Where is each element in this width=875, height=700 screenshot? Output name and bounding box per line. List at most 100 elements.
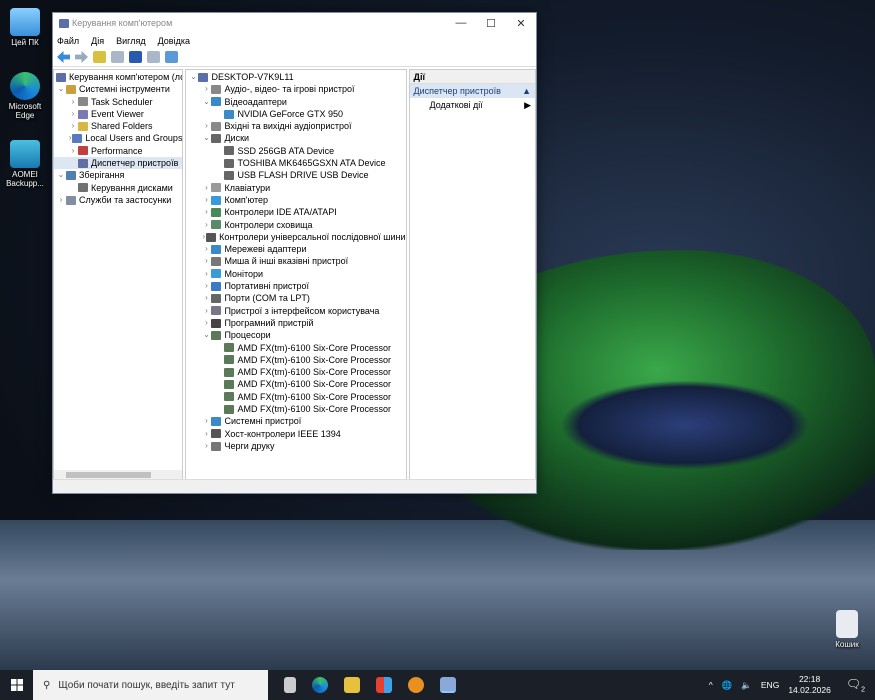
tree-item[interactable]: NVIDIA GeForce GTX 950 [186,108,405,120]
tree-item[interactable]: AMD FX(tm)-6100 Six-Core Processor [186,403,405,415]
desktop-icon-recycle-bin[interactable]: Кошик [822,610,872,649]
expand-chevron-right-icon[interactable]: › [201,120,211,132]
app-taskbar-icon[interactable] [408,677,424,693]
tree-item[interactable]: › Системні пристрої [186,415,405,427]
menu-action[interactable]: Дія [91,36,104,46]
edge-taskbar-icon[interactable] [312,677,328,693]
tree-item[interactable]: AMD FX(tm)-6100 Six-Core Processor [186,366,405,378]
expand-chevron-right-icon[interactable]: › [201,219,211,231]
file-explorer-icon[interactable] [344,677,360,693]
expand-chevron-right-icon[interactable]: › [68,120,78,132]
tree-item[interactable]: › Монітори [186,268,405,280]
back-icon[interactable] [57,51,70,63]
tree-item[interactable]: ⌄ Процесори [186,329,405,341]
tree-item[interactable]: › Мережеві адаптери [186,243,405,255]
expand-chevron-right-icon[interactable]: › [68,96,78,108]
tree-item[interactable]: › Пристрої з інтерфейсом користувача [186,305,405,317]
tree-item[interactable]: › Портативні пристрої [186,280,405,292]
expand-chevron-down-icon[interactable]: ⌄ [201,96,211,108]
tree-item[interactable]: SSD 256GB ATA Device [186,145,405,157]
expand-chevron-right-icon[interactable]: › [201,440,211,452]
expand-chevron-right-icon[interactable]: › [201,292,211,304]
desktop-icon-aomei[interactable]: AOMEI Backupp... [0,140,50,188]
expand-chevron-down-icon[interactable]: ⌄ [188,71,198,83]
expand-chevron-right-icon[interactable]: › [201,317,211,329]
forward-icon[interactable] [75,51,88,63]
tree-item[interactable]: › Комп'ютер [186,194,405,206]
expand-chevron-down-icon[interactable]: ⌄ [56,83,66,95]
expand-chevron-right-icon[interactable]: › [201,280,211,292]
actions-section-device-manager[interactable]: Диспетчер пристроїв ▲ [409,84,535,98]
expand-chevron-right-icon[interactable]: › [201,182,211,194]
tree-item[interactable]: AMD FX(tm)-6100 Six-Core Processor [186,391,405,403]
tree-item[interactable]: › Local Users and Groups [54,132,183,144]
expand-chevron-down-icon[interactable]: ⌄ [201,329,211,341]
expand-chevron-right-icon[interactable]: › [201,206,211,218]
maximize-button[interactable]: ☐ [476,17,506,30]
tree-item[interactable]: › Черги друку [186,440,405,452]
tree-item[interactable]: › Вхідні та вихідні аудіопристрої [186,120,405,132]
tree-item[interactable]: AMD FX(tm)-6100 Six-Core Processor [186,342,405,354]
notifications-icon[interactable]: 🗨2 [846,677,865,693]
expand-chevron-right-icon[interactable]: › [68,108,78,120]
start-windows-icon[interactable] [11,679,23,691]
desktop-icon-edge[interactable]: Microsoft Edge [0,72,50,120]
up-folder-icon[interactable] [93,51,106,63]
volume-icon[interactable]: 🔈 [741,680,752,691]
tree-item[interactable]: TOSHIBA MK6465GSXN ATA Device [186,157,405,169]
tree-item[interactable]: › Контролери універсальної послідовної ши… [186,231,405,243]
tree-item[interactable]: ⌄ Зберігання [54,169,182,181]
expand-chevron-right-icon[interactable]: › [201,268,211,280]
expand-chevron-right-icon[interactable]: › [201,305,211,317]
expand-chevron-right-icon[interactable]: › [68,145,78,157]
tree-item[interactable]: › Миша й інші вказівні пристрої [186,255,405,267]
tree-item[interactable]: ⌄ DESKTOP-V7K9L11 [186,71,405,83]
tree-item[interactable]: › Event Viewer [54,108,182,120]
expand-chevron-right-icon[interactable]: › [201,243,211,255]
minimize-button[interactable]: — [446,17,476,30]
tree-item[interactable]: › Task Scheduler [54,96,182,108]
tree-item[interactable]: Керування комп'ютером (лок [54,71,182,83]
tree-item[interactable]: AMD FX(tm)-6100 Six-Core Processor [186,378,405,390]
show-hide-tree-icon[interactable] [111,51,124,63]
tree-item[interactable]: ⌄ Диски [186,132,405,144]
tree-item[interactable]: › Аудіо-, відео- та ігрові пристрої [186,83,405,95]
computer-management-taskbar-icon[interactable] [440,677,456,693]
network-icon[interactable]: 🌐 [722,680,733,691]
clock[interactable]: 22:18 14.02.2026 [788,674,831,696]
more-actions-item[interactable]: Додаткові дії ▶ [410,98,535,112]
desktop-icon-this-pc[interactable]: Цей ПК [0,8,50,47]
help-icon[interactable] [129,51,142,63]
menu-view[interactable]: Вигляд [116,36,146,46]
menu-file[interactable]: Файл [57,36,79,46]
tree-item[interactable]: › Контролери сховища [186,219,405,231]
tree-item[interactable]: AMD FX(tm)-6100 Six-Core Processor [186,354,405,366]
expand-chevron-right-icon[interactable]: › [201,415,211,427]
monitor-icon[interactable] [165,51,178,63]
scrollbar-thumb[interactable] [66,472,151,478]
show-hidden-icons-icon[interactable]: ^ [709,680,713,690]
expand-chevron-right-icon[interactable]: › [201,255,211,267]
tree-item[interactable]: › Контролери IDE ATA/ATAPI [186,206,405,218]
expand-chevron-right-icon[interactable]: › [56,194,66,206]
tree-item[interactable]: Керування дисками [54,182,182,194]
tree-item[interactable]: USB FLASH DRIVE USB Device [186,169,405,181]
expand-chevron-down-icon[interactable]: ⌄ [56,169,66,181]
expand-chevron-right-icon[interactable]: › [201,194,211,206]
tree-item[interactable]: › Performance [54,145,182,157]
tree-item[interactable]: › Служби та застосунки [54,194,182,206]
expand-chevron-right-icon[interactable]: › [201,83,211,95]
menu-help[interactable]: Довідка [158,36,190,46]
tree-item[interactable]: Диспетчер пристроїв [54,157,183,170]
tree-item[interactable]: ⌄ Відеоадаптери [186,96,405,108]
expand-chevron-down-icon[interactable]: ⌄ [201,132,211,144]
tree-item[interactable]: ⌄ Системні інструменти [54,83,182,95]
store-icon[interactable] [376,677,392,693]
tree-item[interactable]: › Клавіатури [186,182,405,194]
tree-item[interactable]: › Shared Folders [54,120,182,132]
language-indicator[interactable]: ENG [761,680,779,690]
title-bar[interactable]: Керування комп'ютером — ☐ ✕ [53,13,536,33]
task-view-icon[interactable] [284,677,296,693]
search-box[interactable]: ⚲ Щоби почати пошук, введіть запит тут [33,670,268,700]
tree-item[interactable]: › Програмний пристрій [186,317,405,329]
